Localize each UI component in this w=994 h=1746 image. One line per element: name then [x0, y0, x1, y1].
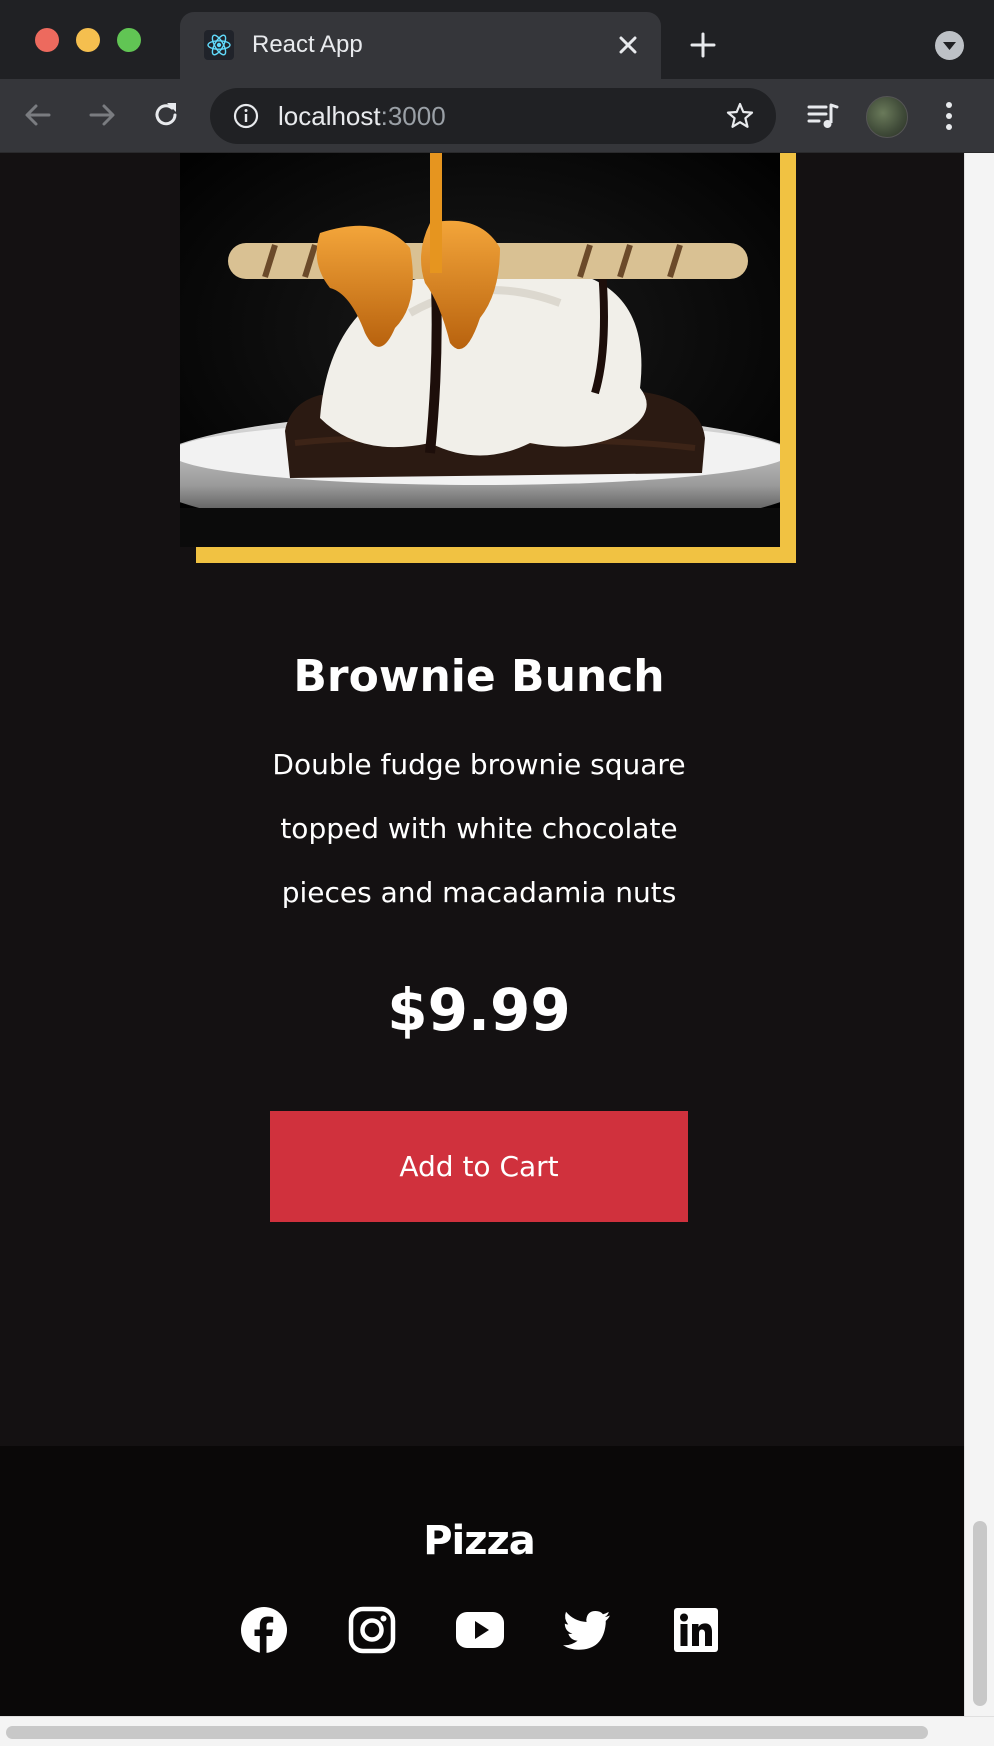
browser-toolbar: localhost:3000 — [0, 79, 994, 153]
new-tab-icon[interactable] — [688, 30, 718, 60]
url-host: localhost — [278, 101, 381, 131]
dessert-illustration — [180, 153, 780, 547]
profile-avatar[interactable] — [866, 96, 908, 138]
twitter-icon[interactable] — [563, 1606, 611, 1654]
product-price: $9.99 — [387, 976, 571, 1044]
youtube-icon[interactable] — [456, 1606, 504, 1654]
product-description: Double fudge brownie square topped with … — [272, 748, 686, 909]
forward-arrow-icon[interactable] — [86, 99, 118, 131]
url-port: :3000 — [380, 101, 446, 131]
facebook-icon[interactable] — [240, 1606, 288, 1654]
chevron-down-icon — [943, 42, 956, 50]
product-title: Brownie Bunch — [293, 651, 665, 702]
browser-tab-bar: React App — [0, 0, 994, 79]
close-icon[interactable] — [613, 30, 643, 60]
react-icon — [204, 30, 234, 60]
horizontal-scroll-thumb[interactable] — [6, 1726, 928, 1739]
vertical-scrollbar[interactable] — [964, 153, 994, 1716]
page-viewport: Brownie Bunch Double fudge brownie squar… — [0, 153, 964, 1716]
add-to-cart-button[interactable]: Add to Cart — [270, 1111, 688, 1222]
site-footer: Pizza — [0, 1446, 964, 1716]
bookmark-star-icon[interactable] — [724, 100, 756, 132]
tab-title: React App — [252, 31, 363, 58]
vertical-scroll-thumb[interactable] — [973, 1521, 987, 1706]
close-window-button[interactable] — [35, 28, 59, 52]
linkedin-icon[interactable] — [672, 1606, 720, 1654]
minimize-window-button[interactable] — [76, 28, 100, 52]
instagram-icon[interactable] — [348, 1606, 396, 1654]
media-control-icon[interactable] — [806, 99, 840, 133]
more-options-icon[interactable] — [942, 99, 956, 133]
back-arrow-icon[interactable] — [22, 99, 54, 131]
address-bar[interactable]: localhost:3000 — [210, 88, 776, 144]
maximize-window-button[interactable] — [117, 28, 141, 52]
product-image — [180, 153, 780, 547]
horizontal-scrollbar[interactable] — [0, 1716, 994, 1746]
footer-logo[interactable]: Pizza — [0, 1518, 958, 1564]
browser-tab[interactable]: React App — [180, 12, 661, 79]
url-text: localhost:3000 — [278, 101, 446, 132]
tab-search-button[interactable] — [935, 31, 964, 60]
reload-icon[interactable] — [150, 99, 182, 131]
info-icon[interactable] — [232, 102, 260, 130]
